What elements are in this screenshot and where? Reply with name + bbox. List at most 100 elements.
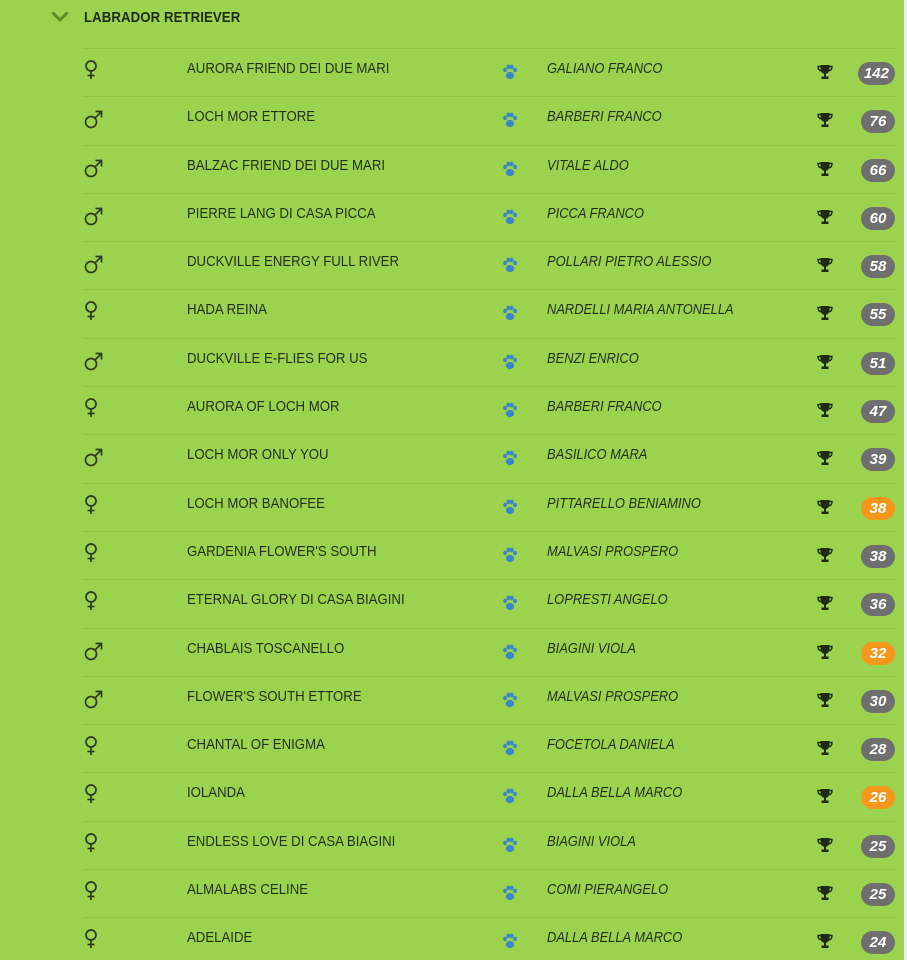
table-row[interactable]: AURORA OF LOCH MOR BARBERI FRANCO 47 bbox=[83, 386, 897, 434]
section-header[interactable]: LABRADOR RETRIEVER bbox=[50, 0, 262, 34]
paw-icon[interactable] bbox=[501, 787, 519, 805]
trophy-icon[interactable] bbox=[816, 449, 834, 467]
trophy-icon[interactable] bbox=[816, 353, 834, 371]
dog-name-link[interactable]: LOCH MOR ETTORE bbox=[187, 108, 315, 125]
table-row[interactable]: PIERRE LANG DI CASA PICCA PICCA FRANCO 60 bbox=[83, 192, 897, 241]
table-row[interactable]: HADA REINA NARDELLI MARIA ANTONELLA 55 bbox=[83, 289, 897, 337]
trophy-icon[interactable] bbox=[816, 691, 834, 709]
dog-name-link[interactable]: DUCKVILLE ENERGY FULL RIVER bbox=[187, 253, 399, 270]
table-row[interactable]: CHANTAL OF ENIGMA FOCETOLA DANIELA 28 bbox=[83, 724, 897, 772]
dog-name-link[interactable]: CHANTAL OF ENIGMA bbox=[187, 736, 325, 753]
chevron-down-icon[interactable] bbox=[50, 10, 70, 24]
trophy-icon[interactable] bbox=[816, 498, 834, 516]
table-row[interactable]: ENDLESS LOVE DI CASA BIAGINI BIAGINI VIOL… bbox=[83, 820, 897, 869]
table-row[interactable]: LOCH MOR ONLY YOU BASILICO MARA 39 bbox=[83, 434, 897, 482]
owner-name[interactable]: POLLARI PIETRO ALESSIO bbox=[547, 253, 711, 270]
owner-name[interactable]: BENZI ENRICO bbox=[547, 350, 639, 367]
owner-name[interactable]: BARBERI FRANCO bbox=[547, 108, 662, 125]
trophy-icon[interactable] bbox=[816, 63, 834, 81]
owner-name[interactable]: VITALE ALDO bbox=[547, 157, 629, 174]
owner-name[interactable]: MALVASI PROSPERO bbox=[547, 688, 678, 705]
trophy-icon[interactable] bbox=[816, 836, 834, 854]
paw-icon[interactable] bbox=[501, 256, 519, 274]
trophy-icon[interactable] bbox=[816, 739, 834, 757]
dog-name-link[interactable]: CHABLAIS TOSCANELLO bbox=[187, 640, 344, 657]
paw-icon[interactable] bbox=[501, 449, 519, 467]
table-row[interactable]: BALZAC FRIEND DEI DUE MARI VITALE ALDO 66 bbox=[83, 144, 897, 193]
table-row[interactable]: GARDENIA FLOWER'S SOUTH MALVASI PROSPERO 3… bbox=[83, 530, 897, 579]
paw-icon[interactable] bbox=[501, 691, 519, 709]
trophy-icon[interactable] bbox=[816, 304, 834, 322]
owner-name[interactable]: PITTARELLO BENIAMINO bbox=[547, 495, 701, 512]
paw-icon[interactable] bbox=[501, 884, 519, 902]
owner-name[interactable]: MALVASI PROSPERO bbox=[547, 543, 678, 560]
dog-name-link[interactable]: BALZAC FRIEND DEI DUE MARI bbox=[187, 157, 385, 174]
table-row[interactable]: IOLANDA DALLA BELLA MARCO 26 bbox=[83, 772, 897, 820]
paw-icon[interactable] bbox=[501, 353, 519, 371]
paw-icon[interactable] bbox=[501, 594, 519, 612]
owner-name[interactable]: BARBERI FRANCO bbox=[547, 398, 662, 415]
dog-name-link[interactable]: GARDENIA FLOWER'S SOUTH bbox=[187, 543, 377, 560]
paw-icon[interactable] bbox=[501, 304, 519, 322]
paw-icon[interactable] bbox=[501, 836, 519, 854]
trophy-icon[interactable] bbox=[816, 884, 834, 902]
owner-name[interactable]: LOPRESTI ANGELO bbox=[547, 591, 668, 608]
dog-name-link[interactable]: FLOWER'S SOUTH ETTORE bbox=[187, 688, 362, 705]
table-row[interactable]: AURORA FRIEND DEI DUE MARI GALIANO FRANCO… bbox=[83, 48, 897, 96]
owner-name[interactable]: DALLA BELLA MARCO bbox=[547, 929, 682, 946]
trophy-icon[interactable] bbox=[816, 594, 834, 612]
ranking-page: LABRADOR RETRIEVER AURORA FRIEND DEI DUE… bbox=[0, 0, 907, 960]
paw-icon[interactable] bbox=[501, 932, 519, 950]
table-row[interactable]: CHABLAIS TOSCANELLO BIAGINI VIOLA 32 bbox=[83, 627, 897, 676]
paw-icon[interactable] bbox=[501, 643, 519, 661]
trophy-icon[interactable] bbox=[816, 401, 834, 419]
trophy-icon[interactable] bbox=[816, 932, 834, 950]
dog-name-link[interactable]: AURORA OF LOCH MOR bbox=[187, 398, 340, 415]
score-badge: 58 bbox=[861, 255, 895, 279]
dog-name-link[interactable]: DUCKVILLE E-FLIES FOR US bbox=[187, 350, 367, 367]
paw-icon[interactable] bbox=[501, 498, 519, 516]
paw-icon[interactable] bbox=[501, 739, 519, 757]
dog-name-link[interactable]: HADA REINA bbox=[187, 301, 267, 318]
trophy-icon[interactable] bbox=[816, 256, 834, 274]
table-row[interactable]: FLOWER'S SOUTH ETTORE MALVASI PROSPERO 30 bbox=[83, 675, 897, 724]
paw-icon[interactable] bbox=[501, 63, 519, 81]
paw-icon[interactable] bbox=[501, 208, 519, 226]
owner-name[interactable]: DALLA BELLA MARCO bbox=[547, 784, 682, 801]
trophy-icon[interactable] bbox=[816, 546, 834, 564]
owner-name[interactable]: GALIANO FRANCO bbox=[547, 60, 662, 77]
dog-name-link[interactable]: ADELAIDE bbox=[187, 929, 252, 946]
owner-name[interactable]: COMI PIERANGELO bbox=[547, 881, 668, 898]
table-row[interactable]: DUCKVILLE E-FLIES FOR US BENZI ENRICO 51 bbox=[83, 337, 897, 386]
table-row[interactable]: DUCKVILLE ENERGY FULL RIVER POLLARI PIETR… bbox=[83, 241, 897, 289]
trophy-icon[interactable] bbox=[816, 160, 834, 178]
dog-name-link[interactable]: LOCH MOR ONLY YOU bbox=[187, 446, 329, 463]
trophy-icon[interactable] bbox=[816, 111, 834, 129]
paw-icon[interactable] bbox=[501, 546, 519, 564]
owner-name[interactable]: PICCA FRANCO bbox=[547, 205, 644, 222]
owner-name[interactable]: BASILICO MARA bbox=[547, 446, 647, 463]
dog-name-link[interactable]: ALMALABS CELINE bbox=[187, 881, 308, 898]
owner-name[interactable]: FOCETOLA DANIELA bbox=[547, 736, 675, 753]
dog-name-link[interactable]: LOCH MOR BANOFEE bbox=[187, 495, 325, 512]
trophy-icon[interactable] bbox=[816, 643, 834, 661]
table-row[interactable]: ALMALABS CELINE COMI PIERANGELO 25 bbox=[83, 869, 897, 917]
table-row[interactable]: ETERNAL GLORY DI CASA BIAGINI LOPRESTI AN… bbox=[83, 579, 897, 627]
table-row[interactable]: ADELAIDE DALLA BELLA MARCO 24 bbox=[83, 917, 897, 960]
paw-icon[interactable] bbox=[501, 401, 519, 419]
male-symbol-icon bbox=[83, 349, 105, 373]
table-row[interactable]: LOCH MOR BANOFEE PITTARELLO BENIAMINO 38 bbox=[83, 482, 897, 531]
dog-name-link[interactable]: PIERRE LANG DI CASA PICCA bbox=[187, 205, 376, 222]
dog-name-link[interactable]: ETERNAL GLORY DI CASA BIAGINI bbox=[187, 591, 405, 608]
dog-name-link[interactable]: AURORA FRIEND DEI DUE MARI bbox=[187, 60, 389, 77]
paw-icon[interactable] bbox=[501, 111, 519, 129]
table-row[interactable]: LOCH MOR ETTORE BARBERI FRANCO 76 bbox=[83, 96, 897, 144]
paw-icon[interactable] bbox=[501, 160, 519, 178]
owner-name[interactable]: BIAGINI VIOLA bbox=[547, 640, 636, 657]
dog-name-link[interactable]: ENDLESS LOVE DI CASA BIAGINI bbox=[187, 833, 395, 850]
owner-name[interactable]: NARDELLI MARIA ANTONELLA bbox=[547, 301, 734, 318]
trophy-icon[interactable] bbox=[816, 787, 834, 805]
owner-name[interactable]: BIAGINI VIOLA bbox=[547, 833, 636, 850]
trophy-icon[interactable] bbox=[816, 208, 834, 226]
dog-name-link[interactable]: IOLANDA bbox=[187, 784, 245, 801]
